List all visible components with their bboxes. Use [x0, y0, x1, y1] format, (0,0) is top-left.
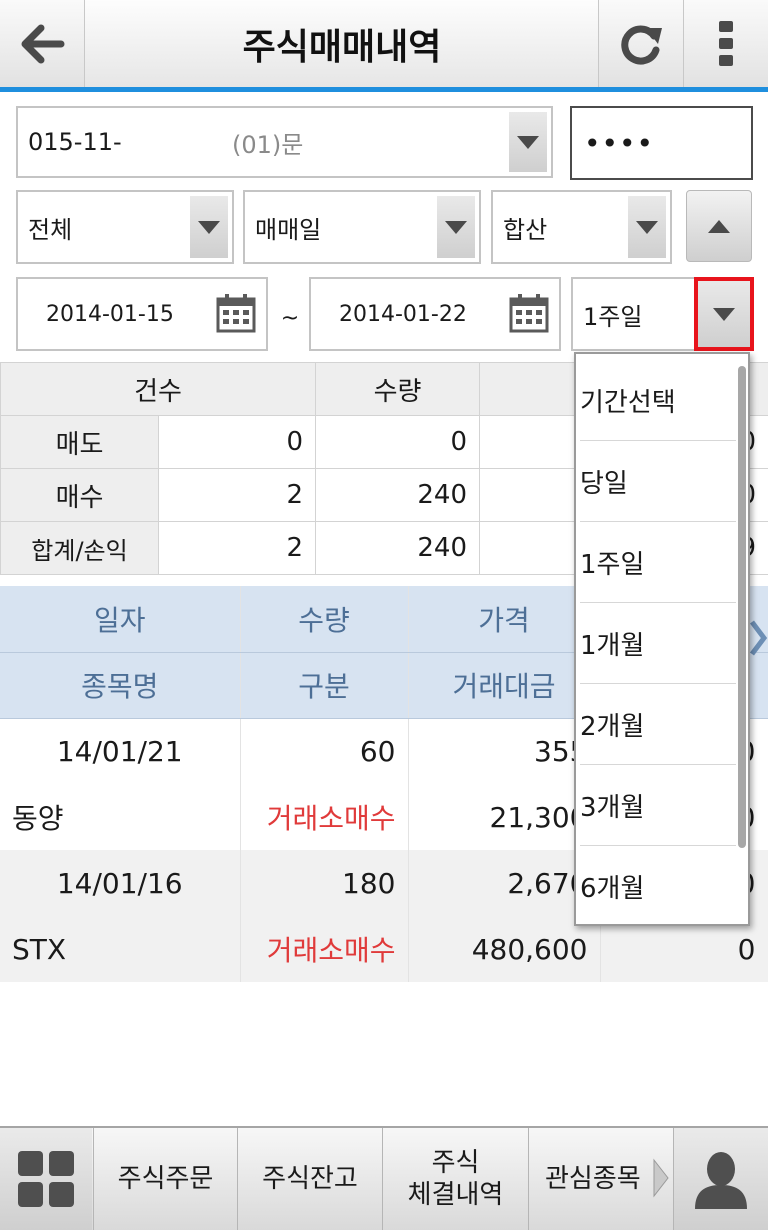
period-option[interactable]: 6개월	[580, 846, 736, 926]
start-date-field[interactable]: 2014-01-15	[16, 277, 268, 351]
list-header-date: 일자	[0, 586, 241, 653]
list-header-name: 종목명	[0, 652, 241, 719]
stock-name: STX	[0, 916, 241, 982]
type-dropdown-button[interactable]	[190, 196, 228, 258]
list-header-price: 가격	[408, 586, 601, 653]
nav-scroll-right[interactable]	[652, 1158, 670, 1198]
password-value: ••••	[584, 126, 655, 160]
summary-header-qty: 수량	[315, 362, 480, 416]
chevron-down-icon	[445, 220, 467, 234]
summary-count: 2	[158, 468, 316, 522]
refresh-icon	[621, 25, 662, 65]
mode-select[interactable]: 합산	[491, 190, 672, 264]
account-select[interactable]: 015-11- (01)문	[16, 106, 553, 178]
date-type-value: 매매일	[255, 215, 322, 244]
period-dropdown-button[interactable]	[694, 277, 754, 351]
summary-count: 2	[158, 521, 316, 575]
summary-qty: 240	[315, 468, 480, 522]
account-number: 015-11-	[28, 128, 122, 156]
more-vertical-icon	[719, 20, 733, 66]
grid-menu-icon	[18, 1151, 74, 1207]
collapse-button[interactable]	[686, 190, 752, 262]
chevron-right-icon	[653, 1158, 669, 1198]
trade-side: 거래소매수	[240, 916, 409, 982]
menu-grid-button[interactable]	[0, 1128, 92, 1230]
calendar-icon[interactable]	[216, 293, 256, 333]
trade-date: 14/01/16	[0, 850, 241, 916]
mode-value: 합산	[503, 215, 548, 244]
account-suffix: (01)문	[232, 130, 304, 159]
list-header-qty: 수량	[240, 586, 409, 653]
period-option[interactable]: 1주일	[580, 522, 736, 603]
refresh-button[interactable]	[598, 0, 684, 87]
more-menu-button[interactable]	[684, 0, 768, 87]
period-option[interactable]: 당일	[580, 441, 736, 522]
period-option[interactable]: 1개월	[580, 603, 736, 684]
summary-header-count: 건수	[0, 362, 316, 416]
stock-name: 동양	[0, 784, 241, 850]
trade-amount: 21,300	[408, 784, 601, 850]
summary-qty: 0	[315, 415, 480, 469]
chevron-down-icon	[517, 135, 539, 149]
page-title: 주식매매내역	[242, 26, 442, 68]
summary-count: 0	[158, 415, 316, 469]
trade-amount: 480,600	[408, 916, 601, 982]
calendar-icon[interactable]	[509, 293, 549, 333]
chevron-down-icon	[636, 220, 658, 234]
trade-qty: 60	[240, 718, 409, 784]
nav-stock-executions[interactable]: 주식 체결내역	[382, 1128, 528, 1230]
date-range-separator: ~	[280, 305, 300, 331]
account-dropdown-button[interactable]	[509, 112, 547, 172]
end-date-value: 2014-01-22	[339, 301, 467, 327]
chevron-down-icon	[713, 307, 735, 321]
trade-price: 2,670	[408, 850, 601, 916]
trade-side: 거래소매수	[240, 784, 409, 850]
type-select[interactable]: 전체	[16, 190, 234, 264]
trade-date: 14/01/21	[0, 718, 241, 784]
password-field[interactable]: ••••	[570, 106, 753, 180]
nav-stock-order[interactable]: 주식주문	[93, 1128, 237, 1230]
end-date-field[interactable]: 2014-01-22	[309, 277, 561, 351]
trade-price: 355	[408, 718, 601, 784]
dropdown-scrollbar[interactable]	[738, 366, 746, 848]
summary-label: 매도	[0, 415, 159, 469]
date-type-dropdown-button[interactable]	[437, 196, 475, 258]
my-account-button[interactable]	[673, 1128, 768, 1230]
back-button[interactable]	[0, 0, 85, 87]
chevron-up-icon	[708, 219, 730, 233]
app-header: 주식매매내역	[0, 0, 768, 92]
start-date-value: 2014-01-15	[46, 301, 174, 327]
chevron-down-icon	[198, 220, 220, 234]
period-option[interactable]: 3개월	[580, 765, 736, 846]
period-select[interactable]: 1주일	[571, 277, 754, 351]
nav-stock-balance[interactable]: 주식잔고	[237, 1128, 382, 1230]
period-value: 1주일	[583, 302, 643, 331]
period-option[interactable]: 2개월	[580, 684, 736, 765]
back-arrow-icon	[21, 24, 65, 63]
trade-qty: 180	[240, 850, 409, 916]
mode-dropdown-button[interactable]	[628, 196, 666, 258]
summary-label: 합계/손익	[0, 521, 159, 575]
period-option[interactable]: 기간선택	[580, 360, 736, 441]
list-header-side: 구분	[240, 652, 409, 719]
bottom-nav: 주식주문 주식잔고 주식 체결내역 관심종목	[0, 1126, 768, 1230]
list-header-amount: 거래대금	[408, 652, 601, 719]
user-profile-icon	[695, 1152, 747, 1209]
summary-label: 매수	[0, 468, 159, 522]
type-value: 전체	[28, 215, 73, 244]
period-dropdown-list[interactable]: 기간선택 당일 1주일 1개월 2개월 3개월 6개월	[574, 352, 750, 926]
summary-qty: 240	[315, 521, 480, 575]
date-type-select[interactable]: 매매일	[243, 190, 481, 264]
